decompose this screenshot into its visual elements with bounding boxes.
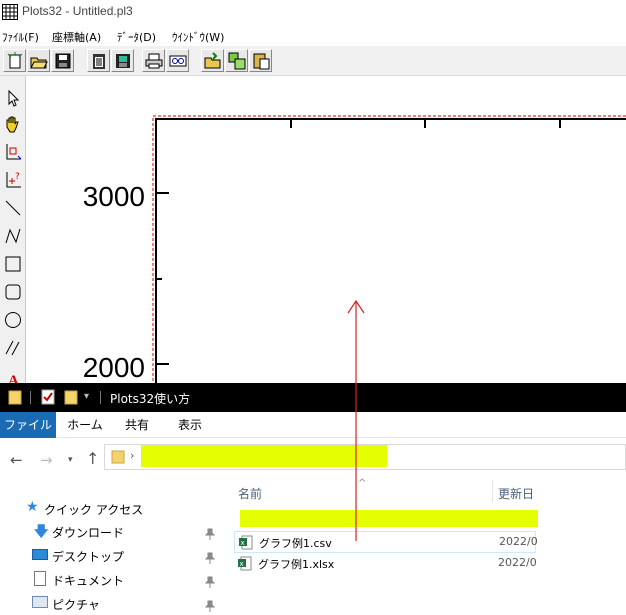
file-date: 2022/0 [499, 535, 538, 548]
rounded-rectangle-tool-icon[interactable] [2, 280, 24, 304]
left-axis-ticks [156, 192, 169, 365]
forward-arrow-icon[interactable]: → [40, 451, 53, 469]
new-icon[interactable] [3, 49, 26, 72]
properties-icon[interactable] [40, 389, 56, 405]
column-divider [492, 480, 493, 502]
copy-icon[interactable] [225, 49, 248, 72]
pin-icon[interactable] [205, 576, 215, 588]
pointer-tool-icon[interactable] [2, 86, 24, 110]
tab-view[interactable]: 表示 [164, 412, 216, 438]
plots-menu-bar: ﾌｧｲﾙ(F) 座標軸(A) ﾃﾞｰﾀ(D) ｳｲﾝﾄﾞｳ(W) [0, 26, 626, 46]
file-date: 2022/0 [498, 556, 537, 569]
y-tick-label-3000: 3000 [83, 181, 145, 212]
column-header-name[interactable]: 名前 [238, 485, 262, 502]
explorer-ribbon: ファイル ホーム 共有 表示 [0, 412, 626, 438]
navigation-pane: ★ クイック アクセス 🡇 ダウンロード デスクトップ ドキュメント ピクチャ [0, 480, 222, 613]
save-image-icon[interactable] [111, 49, 134, 72]
tab-home[interactable]: ホーム [60, 412, 110, 438]
plot-frame [155, 118, 626, 386]
open-icon[interactable] [27, 49, 50, 72]
folder-icon [8, 390, 22, 405]
excel-file-icon: x [239, 535, 253, 550]
explorer-window-title: Plots32使い方 [110, 392, 191, 406]
plots-app-icon [2, 4, 18, 20]
document-icon [34, 571, 46, 586]
axis-select-tool-icon[interactable] [2, 140, 24, 164]
file-name: グラフ例1.csv [259, 537, 332, 550]
y-tick-label-2000: 2000 [83, 352, 145, 383]
svg-text:x: x [240, 560, 244, 568]
preview-icon[interactable] [166, 49, 189, 72]
pin-icon[interactable] [205, 600, 215, 612]
paste-icon[interactable] [249, 49, 272, 72]
plot-area: 3000 2000 [83, 115, 626, 386]
pin-icon[interactable] [205, 552, 215, 564]
open-folder-icon[interactable] [201, 49, 224, 72]
file-row-csv[interactable]: x グラフ例1.csv 2022/0 [234, 531, 538, 553]
menu-file[interactable]: ﾌｧｲﾙ(F) [2, 29, 39, 45]
star-icon: ★ [26, 499, 39, 515]
file-row-xlsx[interactable]: x グラフ例1.xlsx 2022/0 [234, 553, 537, 575]
title-divider [30, 391, 31, 404]
desktop-icon [32, 549, 48, 560]
folder-icon [111, 450, 125, 464]
clipboard-icon[interactable] [87, 49, 110, 72]
menu-axis[interactable]: 座標軸(A) [52, 29, 101, 45]
save-icon[interactable] [51, 49, 74, 72]
plots-tool-palette: ? A [0, 76, 26, 387]
drag-arrow-icon [347, 299, 365, 541]
tab-share[interactable]: 共有 [114, 412, 160, 438]
svg-text:?: ? [15, 172, 20, 182]
excel-file-icon: x [238, 556, 252, 571]
plot-canvas[interactable]: 3000 2000 [27, 76, 626, 386]
pin-icon[interactable] [205, 528, 215, 540]
parallel-lines-tool-icon[interactable] [2, 336, 24, 360]
recent-chevron-icon[interactable]: ▾ [68, 455, 73, 465]
download-arrow-icon: 🡇 [34, 524, 49, 540]
tab-file[interactable]: ファイル [0, 412, 56, 438]
polyline-tool-icon[interactable] [2, 224, 24, 248]
line-tool-icon[interactable] [2, 196, 24, 220]
up-arrow-icon[interactable]: ↑ [86, 449, 99, 468]
point-query-tool-icon[interactable]: ? [2, 168, 24, 192]
selection-outline [152, 115, 626, 386]
file-name: グラフ例1.xlsx [258, 558, 335, 571]
ellipse-tool-icon[interactable] [2, 308, 24, 332]
column-header-modified[interactable]: 更新日 [498, 485, 534, 502]
back-arrow-icon[interactable]: ← [10, 451, 23, 469]
path-separator-icon: › [130, 449, 135, 462]
customize-chevron-icon[interactable]: ▾ [84, 391, 89, 402]
rectangle-tool-icon[interactable] [2, 252, 24, 276]
title-divider-2 [100, 391, 101, 404]
hand-tool-icon[interactable] [2, 112, 24, 136]
plots-title-bar: Plots32 - Untitled.pl3 [0, 0, 626, 24]
explorer-title-bar: ▾ Plots32使い方 [0, 383, 626, 412]
plots-window-title: Plots32 - Untitled.pl3 [22, 4, 133, 18]
top-axis-ticks [290, 119, 561, 128]
menu-window[interactable]: ｳｲﾝﾄﾞｳ(W) [172, 29, 224, 45]
svg-text:x: x [241, 539, 245, 547]
menu-data[interactable]: ﾃﾞｰﾀ(D) [117, 29, 156, 45]
pictures-icon [32, 596, 48, 608]
print-icon[interactable] [142, 49, 165, 72]
file-row-redacted [240, 510, 538, 527]
plots-toolbar [0, 46, 626, 76]
new-folder-icon[interactable] [64, 389, 78, 405]
